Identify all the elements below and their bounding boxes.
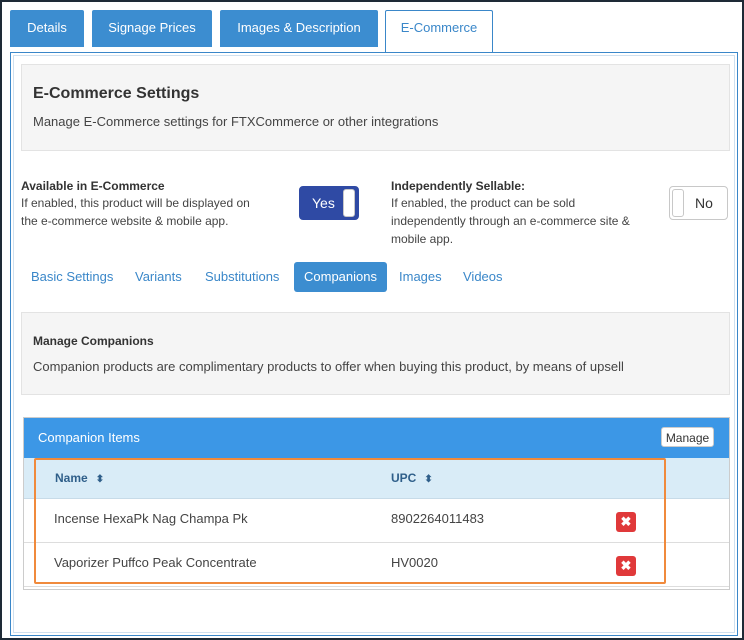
sellable-toggle[interactable]: No [669,186,728,220]
available-setting: Available in E-Commerce If enabled, this… [21,179,281,230]
subtab-basic-settings[interactable]: Basic Settings [21,262,123,292]
column-name-label: Name [55,471,88,485]
subtab-videos[interactable]: Videos [453,262,513,292]
page-title: E-Commerce Settings [33,85,200,102]
sellable-toggle-label: No [695,195,713,211]
grid-header: Companion Items Manage [24,418,729,458]
sellable-desc-3: mobile app. [391,232,454,246]
subtab-companions[interactable]: Companions [294,262,387,292]
tab-images-description[interactable]: Images & Description [220,10,378,47]
sort-icon[interactable]: ⬍ [424,474,432,485]
grid-title: Companion Items [38,430,140,445]
available-desc-1: If enabled, this product will be display… [21,196,250,210]
available-desc-2: the e-commerce website & mobile app. [21,214,229,228]
tab-details[interactable]: Details [10,10,84,47]
sellable-setting: Independently Sellable: If enabled, the … [391,179,651,248]
row-upc: HV0020 [391,555,438,570]
sellable-desc-1: If enabled, the product can be sold [391,196,576,210]
subtab-images[interactable]: Images [389,262,452,292]
subtab-substitutions[interactable]: Substitutions [195,262,289,292]
subtab-variants[interactable]: Variants [125,262,192,292]
tab-e-commerce[interactable]: E-Commerce [385,10,493,54]
toggle-knob [343,189,355,217]
companions-info-well: Manage Companions Companion products are… [21,312,730,395]
manage-button[interactable]: Manage [661,427,714,447]
page-subtitle: Manage E-Commerce settings for FTXCommer… [33,114,439,129]
table-row: Incense HexaPk Nag Champa Pk 89022640114… [24,499,729,543]
app-window: Details Signage Prices Images & Descript… [0,0,744,640]
delete-icon[interactable]: ✖ [616,556,636,576]
table-row: Vaporizer Puffco Peak Concentrate HV0020… [24,543,729,587]
companion-items-grid: Companion Items Manage Name ⬍ UPC ⬍ Incens… [23,417,730,590]
row-upc: 8902264011483 [391,511,485,526]
sellable-desc-2: independently through an e-commerce site… [391,214,630,228]
row-name: Incense HexaPk Nag Champa Pk [54,511,248,526]
available-toggle-label: Yes [312,195,335,211]
delete-icon[interactable]: ✖ [616,512,636,532]
companions-desc: Companion products are complimentary pro… [33,359,624,374]
column-name[interactable]: Name ⬍ [55,471,104,485]
column-upc[interactable]: UPC ⬍ [391,471,433,485]
column-upc-label: UPC [391,471,417,485]
tab-signage-prices[interactable]: Signage Prices [92,10,212,47]
toggle-knob [672,189,684,217]
column-headers: Name ⬍ UPC ⬍ [24,458,729,499]
row-name: Vaporizer Puffco Peak Concentrate [54,555,257,570]
available-title: Available in E-Commerce [21,179,165,193]
companions-title: Manage Companions [33,334,154,348]
available-toggle[interactable]: Yes [299,186,359,220]
sellable-title: Independently Sellable: [391,179,526,193]
sort-icon[interactable]: ⬍ [96,474,104,485]
settings-header-well: E-Commerce Settings Manage E-Commerce se… [21,64,730,151]
